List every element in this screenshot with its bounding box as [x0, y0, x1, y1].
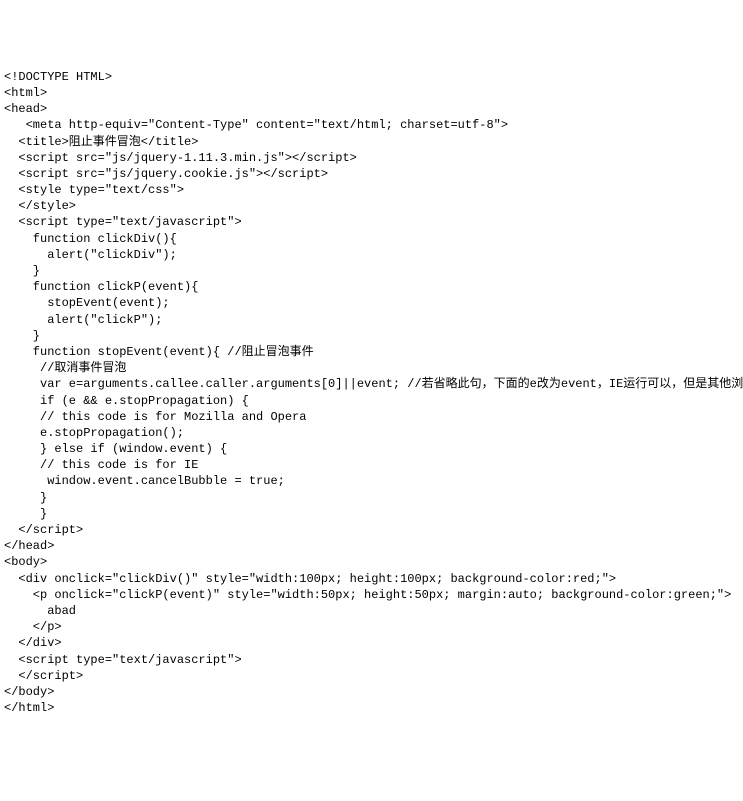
code-line: <html> — [4, 86, 47, 100]
code-line: </body> — [4, 685, 54, 699]
code-line: <!DOCTYPE HTML> — [4, 70, 112, 84]
code-line: </script> — [4, 669, 83, 683]
code-line: <p onclick="clickP(event)" style="width:… — [4, 588, 731, 602]
code-line: <style type="text/css"> — [4, 183, 184, 197]
code-line: <meta http-equiv="Content-Type" content=… — [4, 118, 508, 132]
code-line: <script src="js/jquery-1.11.3.min.js"></… — [4, 151, 357, 165]
code-line: } — [4, 329, 40, 343]
code-line: } — [4, 507, 47, 521]
code-line: <script src="js/jquery.cookie.js"></scri… — [4, 167, 328, 181]
code-line: //取消事件冒泡 — [4, 361, 126, 375]
code-line: <script type="text/javascript"> — [4, 215, 242, 229]
code-line: </script> — [4, 523, 83, 537]
code-line: </html> — [4, 701, 54, 715]
code-line: </div> — [4, 636, 62, 650]
code-line: <body> — [4, 555, 47, 569]
code-line: if (e && e.stopPropagation) { — [4, 394, 249, 408]
code-line: window.event.cancelBubble = true; — [4, 474, 285, 488]
code-line: </p> — [4, 620, 62, 634]
code-line: } — [4, 264, 40, 278]
code-line: </style> — [4, 199, 76, 213]
code-line: // this code is for IE — [4, 458, 198, 472]
code-line: var e=arguments.callee.caller.arguments[… — [4, 377, 743, 391]
code-line: function stopEvent(event){ //阻止冒泡事件 — [4, 345, 314, 359]
code-line: alert("clickDiv"); — [4, 248, 177, 262]
code-line: } — [4, 491, 47, 505]
code-line: </head> — [4, 539, 54, 553]
code-line: e.stopPropagation(); — [4, 426, 184, 440]
code-line: <div onclick="clickDiv()" style="width:1… — [4, 572, 616, 586]
code-line: alert("clickP"); — [4, 313, 162, 327]
code-line: } else if (window.event) { — [4, 442, 227, 456]
code-line: stopEvent(event); — [4, 296, 170, 310]
code-line: <head> — [4, 102, 47, 116]
code-line: function clickP(event){ — [4, 280, 198, 294]
code-line: function clickDiv(){ — [4, 232, 177, 246]
code-line: <script type="text/javascript"> — [4, 653, 242, 667]
code-line: // this code is for Mozilla and Opera — [4, 410, 306, 424]
code-line: <title>阻止事件冒泡</title> — [4, 135, 198, 149]
code-block: <!DOCTYPE HTML> <html> <head> <meta http… — [4, 69, 739, 717]
code-line: abad — [4, 604, 76, 618]
